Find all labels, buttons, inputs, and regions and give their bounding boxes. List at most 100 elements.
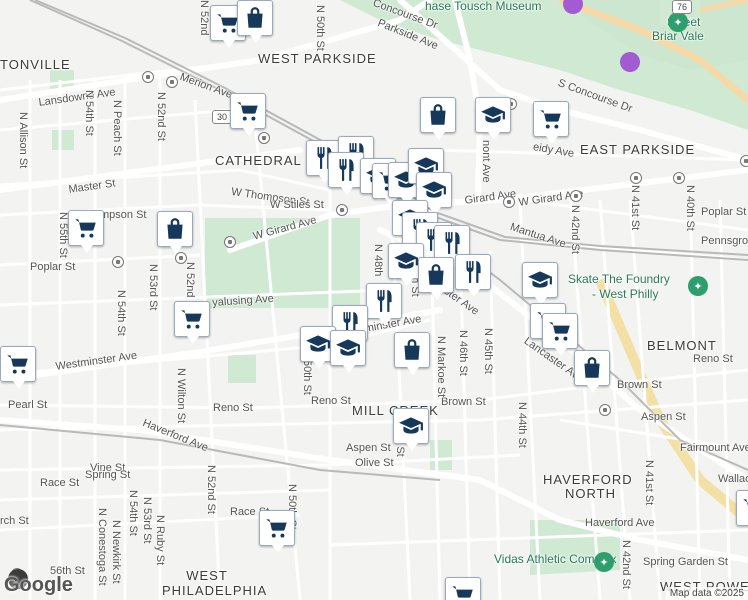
area-east-parkside: EAST PARKSIDE [580, 142, 696, 157]
graduation-cap-marker-icon[interactable] [475, 97, 511, 140]
street-n40th: N 40th St [684, 185, 696, 231]
fork-knife-marker-icon[interactable] [328, 152, 364, 195]
graduation-cap-marker-icon[interactable] [330, 330, 366, 373]
street-olive: Olive St [355, 457, 394, 469]
street-n50th-top: N 50th St [314, 5, 326, 51]
graduation-cap-marker-icon[interactable] [393, 408, 429, 451]
shopping-cart-marker-icon[interactable] [533, 101, 569, 144]
street-poplar-east: Poplar St [701, 206, 747, 218]
street-reno-west: Reno St [213, 402, 253, 414]
street-n44th: N 44th St [516, 402, 528, 448]
street-n46th: N 46th St [457, 330, 469, 376]
area-cathedral: CATHEDRAL [215, 153, 302, 168]
shopping-bag-marker-icon[interactable] [574, 350, 610, 393]
street-n-peach: N Peach St [111, 100, 123, 156]
street-n52nd-c: N 52nd St [205, 465, 217, 514]
street-reno-east: Reno St [693, 353, 733, 365]
area-belmont: BELMONT [647, 338, 717, 353]
street-spring-garden: Spring Garden St [643, 556, 728, 568]
street-haverford-east: Haverford Ave [585, 517, 655, 529]
transit-station-icon[interactable] [142, 71, 154, 83]
park-pin-icon[interactable]: ✦ [594, 552, 614, 572]
street-n52nd-top: N 52nd [198, 0, 210, 36]
poi-skate-1: Skate The Foundry [568, 272, 670, 286]
shopping-bag-marker-icon[interactable] [394, 332, 430, 375]
transit-station-icon[interactable] [336, 204, 348, 216]
street-n50th-mid: 50th St [301, 360, 313, 395]
shopping-cart-marker-icon[interactable] [259, 510, 295, 553]
transit-station-icon[interactable] [673, 172, 685, 184]
street-n54th-b: N 54th St [115, 290, 127, 336]
street-reno-mid: Reno St [311, 395, 351, 407]
street-pearl: Pearl St [8, 399, 48, 411]
area-overbrook: TONVILLE [0, 57, 71, 72]
transit-station-icon[interactable] [224, 236, 236, 248]
street-n42nd: N 42nd St [569, 205, 581, 254]
fork-knife-marker-icon[interactable] [455, 254, 491, 297]
street-poplar-west: Poplar St [30, 261, 76, 273]
street-n-newkirk: N Newkirk St [110, 520, 122, 584]
street-n55th: N 55th St [57, 212, 69, 258]
area-haverford-north-2: NORTH [565, 486, 616, 501]
graduation-cap-marker-icon[interactable] [522, 262, 558, 305]
shopping-bag-marker-icon[interactable] [157, 211, 193, 254]
street-n42nd-b: N 42nd St [620, 540, 632, 589]
poi-skate-2: - West Philly [592, 287, 659, 301]
street-n52nd-a: N 52nd St [155, 92, 167, 141]
transit-station-icon[interactable] [570, 190, 582, 202]
shopping-cart-marker-icon[interactable] [230, 93, 266, 136]
shopping-cart-marker-icon[interactable] [736, 490, 748, 526]
shopping-cart-marker-icon[interactable] [445, 577, 481, 600]
street-spring: Spring St [85, 469, 131, 481]
street-n-wilton: N Wilton St [175, 368, 187, 424]
area-west-philadelphia: WEST PHILADELPHIA [162, 568, 268, 598]
google-logo: Google [4, 574, 73, 596]
street-n53rd: N 53rd St [147, 264, 159, 311]
street-belmont-ave: nont Ave [480, 140, 492, 183]
street-n41st: N 41st St [629, 185, 641, 231]
street-race-west: Race St [40, 477, 80, 489]
shopping-cart-marker-icon[interactable] [68, 210, 104, 253]
shopping-cart-marker-icon[interactable] [0, 346, 36, 389]
street-n-allison: N Allison St [17, 112, 29, 169]
route-76-shield-icon: 76 [672, 0, 692, 14]
map-attribution: Map data ©2025 [665, 587, 748, 600]
transit-station-icon[interactable] [630, 172, 642, 184]
transit-station-icon[interactable] [503, 196, 515, 208]
transit-station-icon[interactable] [740, 155, 748, 167]
street-aspen-east: Aspen St [641, 411, 686, 423]
shopping-bag-marker-icon[interactable] [237, 0, 273, 43]
park-pin-icon[interactable]: ✦ [668, 12, 688, 32]
street-arch: rch St [0, 515, 29, 527]
area-west-parkside: WEST PARKSIDE [258, 51, 377, 66]
transit-station-icon[interactable] [166, 76, 178, 88]
transit-station-icon[interactable] [112, 256, 124, 268]
shopping-bag-marker-icon[interactable] [418, 257, 454, 300]
fork-knife-marker-icon[interactable] [366, 283, 402, 326]
street-n-conestoga: N Conestoga St [96, 508, 108, 586]
street-n-ruby: N Ruby St [154, 515, 166, 566]
street-n41st-b: N 41st St [643, 460, 655, 506]
shopping-cart-marker-icon[interactable] [174, 301, 210, 344]
street-n-markoe: N Markoe St [435, 336, 447, 398]
map-canvas[interactable]: WEST PARKSIDE CATHEDRAL EAST PARKSIDE BE… [0, 0, 748, 600]
street-n53rd-b: N 53rd St [141, 497, 153, 544]
poi-museum: hase Tousch Museum [425, 0, 542, 13]
street-fairmount: Fairmount Ave [680, 442, 748, 454]
street-thompson-west: mpson St [100, 209, 147, 221]
transit-station-icon[interactable] [599, 404, 611, 416]
street-n54th-c: N 54th St [127, 490, 139, 536]
shopping-bag-marker-icon[interactable] [420, 97, 456, 140]
street-w-stiles: W Stiles St [270, 199, 324, 211]
route-30-shield-icon: 30 [212, 110, 232, 124]
transit-station-icon[interactable] [258, 132, 270, 144]
street-n45th: N 45th St [482, 328, 494, 374]
street-wallac: Wallac [718, 473, 748, 485]
street-n48th: N 48th [372, 244, 384, 277]
street-n54th-a: N 54th St [83, 90, 95, 136]
shopping-cart-marker-icon[interactable] [542, 313, 578, 356]
landmark-pin-icon[interactable] [620, 52, 640, 72]
area-haverford-north-1: HAVERFORD [543, 472, 633, 487]
park-pin-icon[interactable]: ✦ [688, 276, 708, 296]
street-brown-mid: Brown St [441, 396, 486, 408]
